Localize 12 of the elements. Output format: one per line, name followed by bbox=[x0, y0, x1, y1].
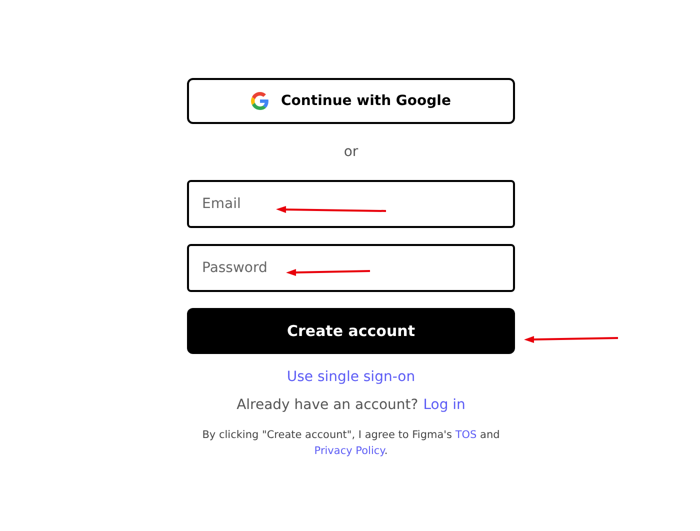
single-sign-on-link[interactable]: Use single sign-on bbox=[286, 369, 416, 385]
create-account-button[interactable]: Create account bbox=[187, 308, 515, 354]
password-field[interactable]: Password bbox=[187, 244, 515, 292]
terms-text: By clicking "Create account", I agree to Figma's TOS and Privacy Policy. bbox=[201, 428, 501, 459]
tos-link[interactable]: TOS bbox=[455, 429, 477, 441]
google-logo-icon bbox=[251, 92, 270, 110]
email-field[interactable]: Email bbox=[187, 180, 515, 228]
privacy-policy-link[interactable]: Privacy Policy bbox=[314, 445, 384, 457]
login-link[interactable]: Log in bbox=[423, 397, 466, 413]
divider-text: or bbox=[344, 144, 358, 160]
google-signin-button[interactable]: Continue with Google bbox=[187, 78, 515, 124]
login-prompt: Already have an account? bbox=[236, 397, 418, 413]
